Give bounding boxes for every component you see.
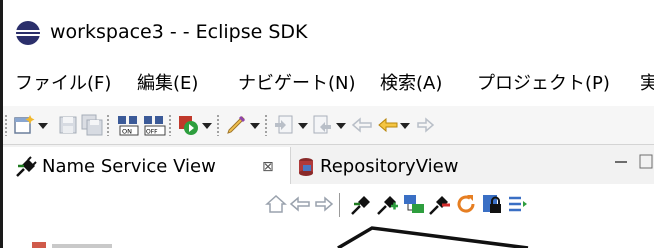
tab-name-service-view[interactable]: Name Service View ⊠ [0, 147, 291, 185]
menu-edit[interactable]: 編集(E) [137, 70, 198, 98]
tree-item-label[interactable] [52, 244, 112, 248]
save-icon[interactable] [56, 113, 80, 137]
back-icon[interactable] [376, 113, 400, 137]
view-toolbar [0, 184, 654, 224]
add-icon[interactable] [376, 192, 400, 216]
close-icon[interactable]: ⊠ [262, 154, 274, 180]
chevron-down-icon[interactable] [200, 113, 214, 137]
toolbar-separator [216, 114, 220, 136]
eclipse-icon [16, 21, 40, 45]
view-tab-bar: Name Service View ⊠ RepositoryView [0, 144, 654, 185]
menu-search[interactable]: 検索(A) [380, 70, 442, 98]
svg-text:ON: ON [122, 128, 132, 136]
previous-annotation-icon[interactable] [310, 113, 334, 137]
rtc-off-icon[interactable]: OFF [142, 113, 166, 137]
refresh-icon[interactable] [454, 192, 478, 216]
last-edit-icon[interactable] [350, 113, 374, 137]
tab-repository-view[interactable]: RepositoryView [292, 147, 512, 185]
maximize-icon[interactable] [638, 153, 654, 171]
delete-icon[interactable] [428, 192, 452, 216]
toolbar-divider [339, 193, 340, 217]
window-title: workspace3 - - Eclipse SDK [50, 21, 308, 43]
menu-navigate[interactable]: ナビゲート(N) [238, 70, 356, 98]
new-wizard-icon[interactable] [12, 113, 36, 137]
plug-icon [16, 156, 37, 177]
toolbar-separator [168, 114, 172, 136]
save-all-icon[interactable] [80, 113, 104, 137]
toolbar-separator [4, 114, 8, 136]
tab-label: RepositoryView [320, 156, 459, 177]
tree-icon[interactable] [402, 192, 426, 216]
tree-item-icon [32, 242, 46, 248]
menu-file[interactable]: ファイル(F) [15, 70, 111, 98]
chevron-down-icon[interactable] [248, 113, 262, 137]
chevron-down-icon[interactable] [36, 113, 50, 137]
run-icon[interactable] [176, 113, 200, 137]
forward-icon[interactable] [414, 113, 438, 137]
back-icon[interactable] [288, 192, 312, 216]
toolbar-separator [106, 114, 110, 136]
forward-icon[interactable] [312, 192, 336, 216]
repository-icon [299, 158, 313, 176]
window-titlebar: workspace3 - - Eclipse SDK [0, 0, 654, 62]
menu-run[interactable]: 実 [640, 70, 654, 98]
lock-icon[interactable] [480, 192, 504, 216]
menu-project[interactable]: プロジェクト(P) [477, 70, 610, 98]
toolbar-separator [264, 114, 268, 136]
pen-icon[interactable] [224, 113, 248, 137]
filter-icon[interactable] [506, 192, 530, 216]
tab-label: Name Service View [42, 156, 216, 177]
home-icon[interactable] [264, 192, 288, 216]
svg-text:OFF: OFF [146, 129, 158, 136]
window-border [0, 0, 3, 248]
rtc-on-icon[interactable]: ON [116, 113, 140, 137]
next-annotation-icon[interactable] [272, 113, 296, 137]
minimize-icon[interactable] [613, 155, 629, 171]
menu-bar: ファイル(F) 編集(E) ナビゲート(N) 検索(A) プロジェクト(P) 実 [0, 62, 654, 106]
chevron-down-icon[interactable] [334, 113, 348, 137]
chevron-down-icon[interactable] [296, 113, 310, 137]
connect-icon[interactable] [350, 192, 374, 216]
name-service-tree[interactable] [0, 224, 654, 248]
chevron-down-icon[interactable] [398, 113, 412, 137]
main-toolbar: ON OFF [0, 106, 654, 144]
